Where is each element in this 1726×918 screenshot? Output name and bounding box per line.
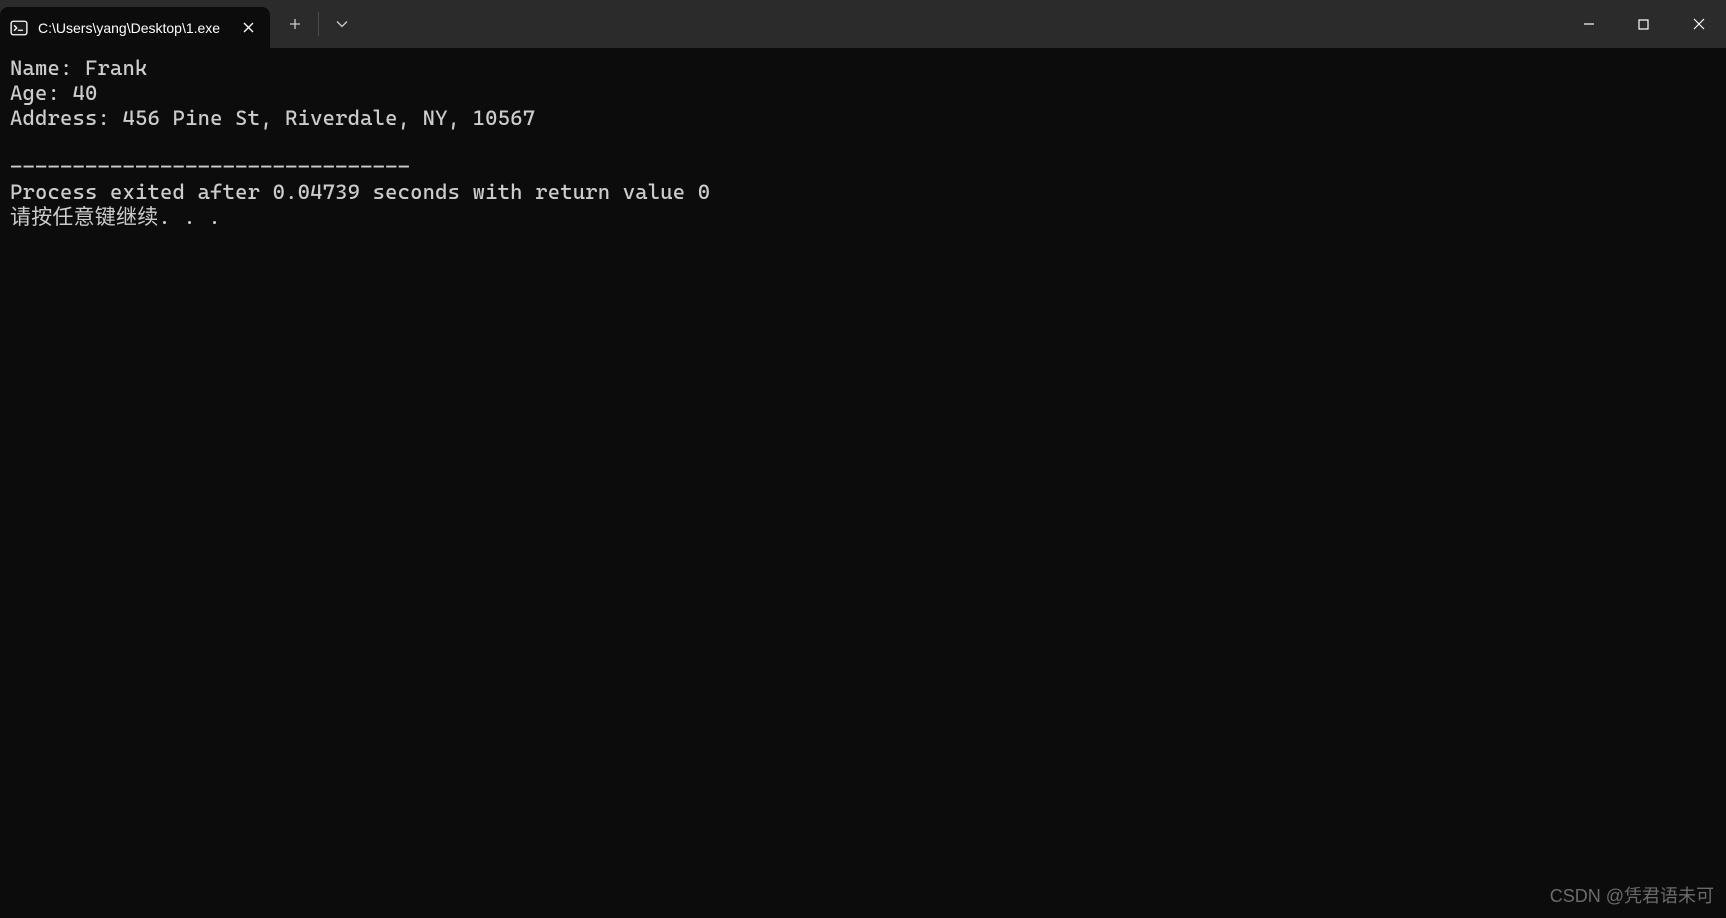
window-controls — [1561, 0, 1726, 48]
tab-actions — [274, 0, 363, 48]
minimize-button[interactable] — [1561, 0, 1616, 48]
output-line: Age: 40 — [10, 81, 98, 105]
output-exit-message: Process exited after 0.04739 seconds wit… — [10, 180, 710, 204]
tab-title: C:\Users\yang\Desktop\1.exe — [38, 20, 220, 36]
terminal-icon — [10, 19, 28, 37]
window-titlebar: C:\Users\yang\Desktop\1.exe — [0, 0, 1726, 48]
output-line: Name: Frank — [10, 56, 148, 80]
tab-close-button[interactable] — [238, 18, 258, 38]
divider — [318, 12, 319, 36]
close-button[interactable] — [1671, 0, 1726, 48]
terminal-output[interactable]: Name: Frank Age: 40 Address: 456 Pine St… — [0, 48, 1726, 237]
watermark: CSDN @凭君语未可 — [1550, 882, 1714, 908]
output-line: Address: 456 Pine St, Riverdale, NY, 105… — [10, 106, 535, 130]
titlebar-drag-area[interactable] — [363, 0, 1561, 48]
terminal-tab[interactable]: C:\Users\yang\Desktop\1.exe — [0, 7, 270, 48]
output-prompt: 请按任意键继续. . . — [10, 205, 221, 229]
output-separator: -------------------------------- — [10, 155, 410, 179]
maximize-button[interactable] — [1616, 0, 1671, 48]
new-tab-button[interactable] — [274, 4, 316, 44]
tab-menu-dropdown[interactable] — [321, 4, 363, 44]
